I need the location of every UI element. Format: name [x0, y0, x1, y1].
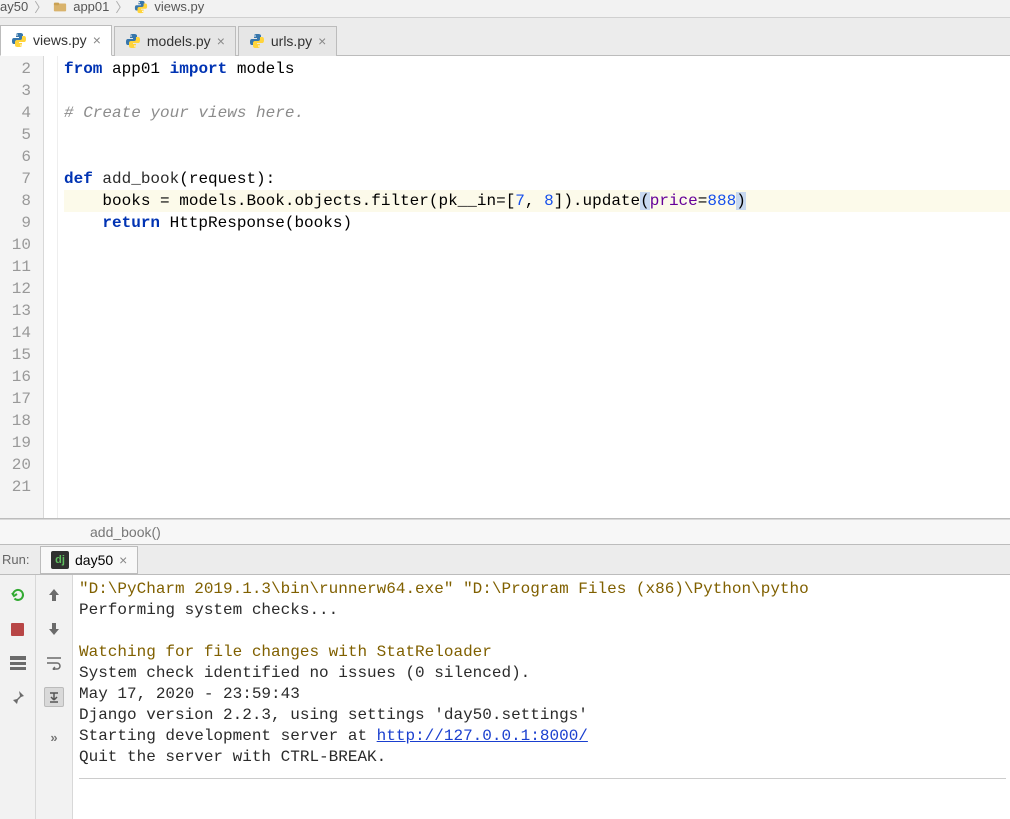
django-icon: dj [51, 551, 69, 569]
close-icon[interactable]: × [93, 32, 101, 48]
run-panel: Run: dj day50 × [0, 544, 1010, 819]
breadcrumb: ay50 〉 app01 〉 views.py [0, 0, 1010, 18]
more-icon[interactable]: » [44, 727, 64, 747]
run-config-tab[interactable]: dj day50 × [40, 546, 138, 574]
python-file-icon [249, 33, 265, 49]
console-output[interactable]: "D:\PyCharm 2019.1.3\bin\runnerw64.exe" … [72, 575, 1010, 819]
breadcrumb-part[interactable]: ay50 [0, 0, 28, 14]
rerun-icon[interactable] [8, 585, 28, 605]
close-icon[interactable]: × [119, 552, 127, 568]
scroll-to-end-icon[interactable] [44, 687, 64, 707]
pin-icon[interactable] [8, 687, 28, 707]
down-icon[interactable] [44, 619, 64, 639]
up-icon[interactable] [44, 585, 64, 605]
python-file-icon [125, 33, 141, 49]
editor-tabs: views.py × models.py × urls.py × [0, 18, 1010, 56]
breadcrumb-part[interactable]: app01 [73, 0, 109, 14]
soft-wrap-icon[interactable] [44, 653, 64, 673]
close-icon[interactable]: × [318, 33, 326, 49]
run-toolbar-mid: » [36, 575, 72, 819]
code-area[interactable]: from app01 import models # Create your v… [58, 56, 1010, 518]
run-label: Run: [0, 552, 40, 567]
breadcrumb-sep: 〉 [34, 0, 47, 16]
python-file-icon [134, 0, 148, 14]
structure-crumb[interactable]: add_book() [0, 519, 1010, 544]
server-url-link[interactable]: http://127.0.0.1:8000/ [377, 727, 588, 745]
folder-icon [53, 0, 67, 14]
run-tab-label: day50 [75, 552, 113, 568]
console-separator [79, 778, 1006, 779]
run-tabrow: Run: dj day50 × [0, 545, 1010, 575]
tab-urls[interactable]: urls.py × [238, 26, 337, 56]
tab-views[interactable]: views.py × [0, 25, 112, 56]
run-toolbar-left [0, 575, 36, 819]
breadcrumb-sep: 〉 [115, 0, 128, 16]
stop-icon[interactable] [8, 619, 28, 639]
breadcrumb-part[interactable]: views.py [154, 0, 204, 14]
python-file-icon [11, 32, 27, 48]
close-icon[interactable]: × [217, 33, 225, 49]
fold-column [44, 56, 58, 518]
tab-models[interactable]: models.py × [114, 26, 236, 56]
tab-label: views.py [33, 32, 87, 48]
line-gutter: 23456789101112131415161718192021 [0, 56, 44, 518]
tab-label: models.py [147, 33, 211, 49]
layout-icon[interactable] [8, 653, 28, 673]
tab-label: urls.py [271, 33, 312, 49]
code-editor[interactable]: 23456789101112131415161718192021 from ap… [0, 56, 1010, 519]
